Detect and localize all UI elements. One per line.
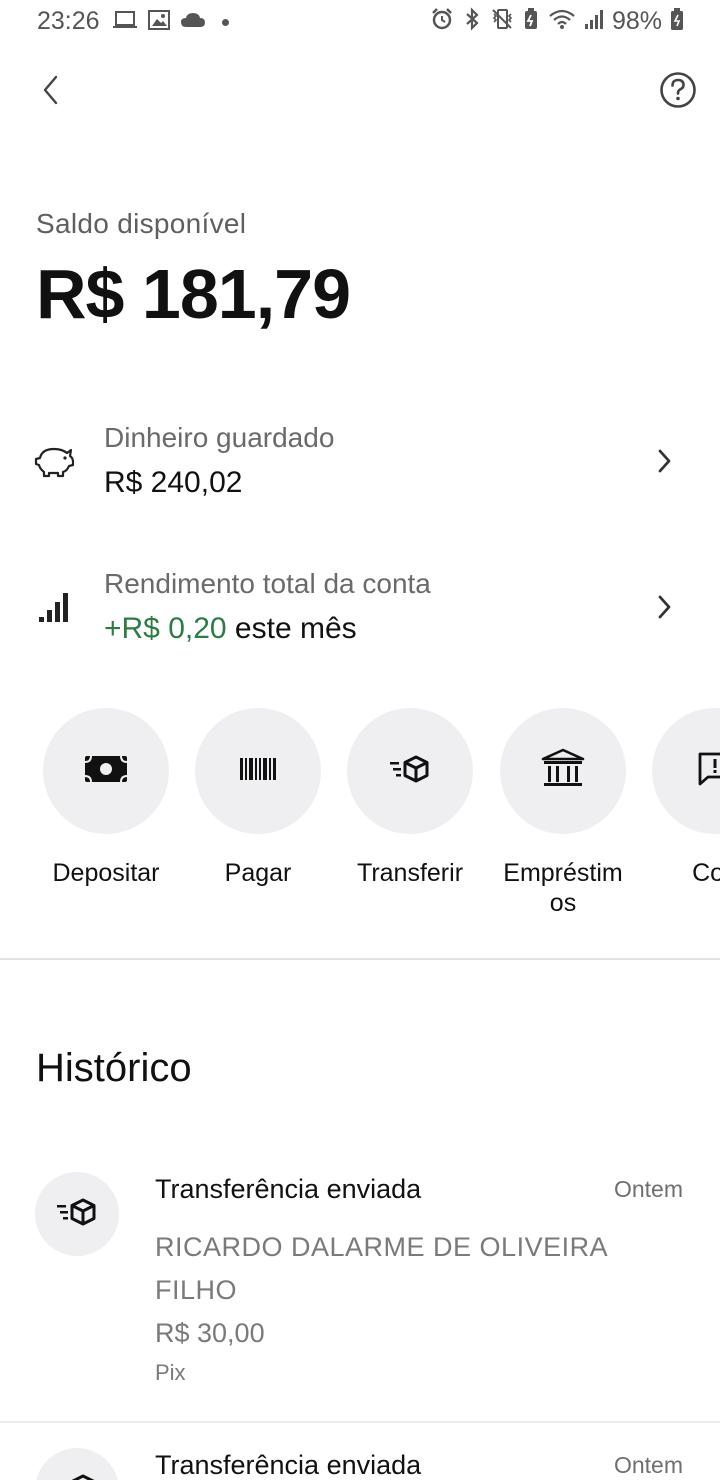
chevron-right-icon [650,447,678,475]
bar-chart-icon [34,586,76,628]
savings-row[interactable]: Dinheiro guardado R$ 240,02 [0,412,720,512]
transaction-item[interactable]: Transferência enviada Ontem [0,1448,720,1480]
action-label: Transferir [356,859,464,887]
wifi-icon [548,7,576,36]
transaction-date: Ontem [613,1452,683,1478]
image-icon [148,9,170,36]
yield-suffix: este mês [226,612,357,645]
help-circle-icon [659,71,697,114]
signal-icon [584,8,604,35]
action-circle[interactable] [500,708,626,834]
yield-value: +R$ 0,20 este mês [104,612,357,646]
chevron-right-icon [650,593,678,621]
transaction-type: Transferência enviada [155,1174,422,1204]
yield-title: Rendimento total da conta [104,568,431,599]
divider [0,1421,720,1423]
bluetooth-icon [462,7,482,36]
action-cobrar[interactable]: Cob [639,708,720,888]
action-label: Empréstim os [503,859,623,917]
transaction-icon-circle [35,1172,119,1256]
transaction-item[interactable]: Transferência enviada Ontem RICARDO DALA… [0,1172,720,1392]
action-label: Depositar [52,859,160,887]
action-circle[interactable] [652,708,720,834]
status-time: 23:26 [37,7,100,35]
action-label: Pagar [224,859,292,887]
action-depositar[interactable]: Depositar [30,708,182,888]
balance-label: Saldo disponível [36,208,247,239]
action-circle[interactable] [195,708,321,834]
transaction-date: Ontem [613,1176,683,1202]
transaction-method: Pix [155,1360,186,1385]
battery-icon [670,7,684,36]
cloud-icon [180,10,206,35]
transaction-icon-circle [35,1448,119,1480]
yield-amount: +R$ 0,20 [104,612,227,645]
action-label: Cob [692,859,720,887]
transfer-icon [56,1474,98,1480]
piggy-bank-icon [34,440,76,482]
transfer-icon [389,755,431,788]
yield-row[interactable]: Rendimento total da conta +R$ 0,20 este … [0,558,720,658]
back-button[interactable] [30,70,70,114]
transaction-type: Transferência enviada [155,1450,422,1480]
quick-actions: Depositar Pagar Transferir Empréstim os [0,708,720,928]
balance-value: R$ 181,79 [36,255,351,333]
divider [0,958,720,960]
action-pagar[interactable]: Pagar [182,708,334,888]
transaction-amount: R$ 30,00 [155,1318,265,1348]
barcode-icon [239,757,277,786]
bank-icon [541,748,585,795]
cash-icon [84,755,128,788]
savings-value: R$ 240,02 [104,466,243,499]
transaction-recipient: RICARDO DALARME DE OLIVEIRA FILHO [155,1232,607,1305]
chevron-left-icon [40,74,60,111]
battery-percentage: 98% [611,7,662,35]
action-emprestimos[interactable]: Empréstim os [487,708,639,918]
help-button[interactable] [656,70,700,114]
history-title: Histórico [36,1046,192,1090]
status-bar: 23:26 98% [0,0,720,44]
vibrate-icon [490,7,514,36]
action-transferir[interactable]: Transferir [334,708,486,888]
alarm-icon [430,7,454,36]
message-alert-icon [697,751,720,792]
action-circle[interactable] [347,708,473,834]
battery-saver-icon [522,7,540,36]
notification-dot-icon [222,19,229,26]
action-circle[interactable] [43,708,169,834]
transfer-icon [56,1198,98,1231]
savings-title: Dinheiro guardado [104,422,335,453]
laptop-icon [112,9,138,36]
